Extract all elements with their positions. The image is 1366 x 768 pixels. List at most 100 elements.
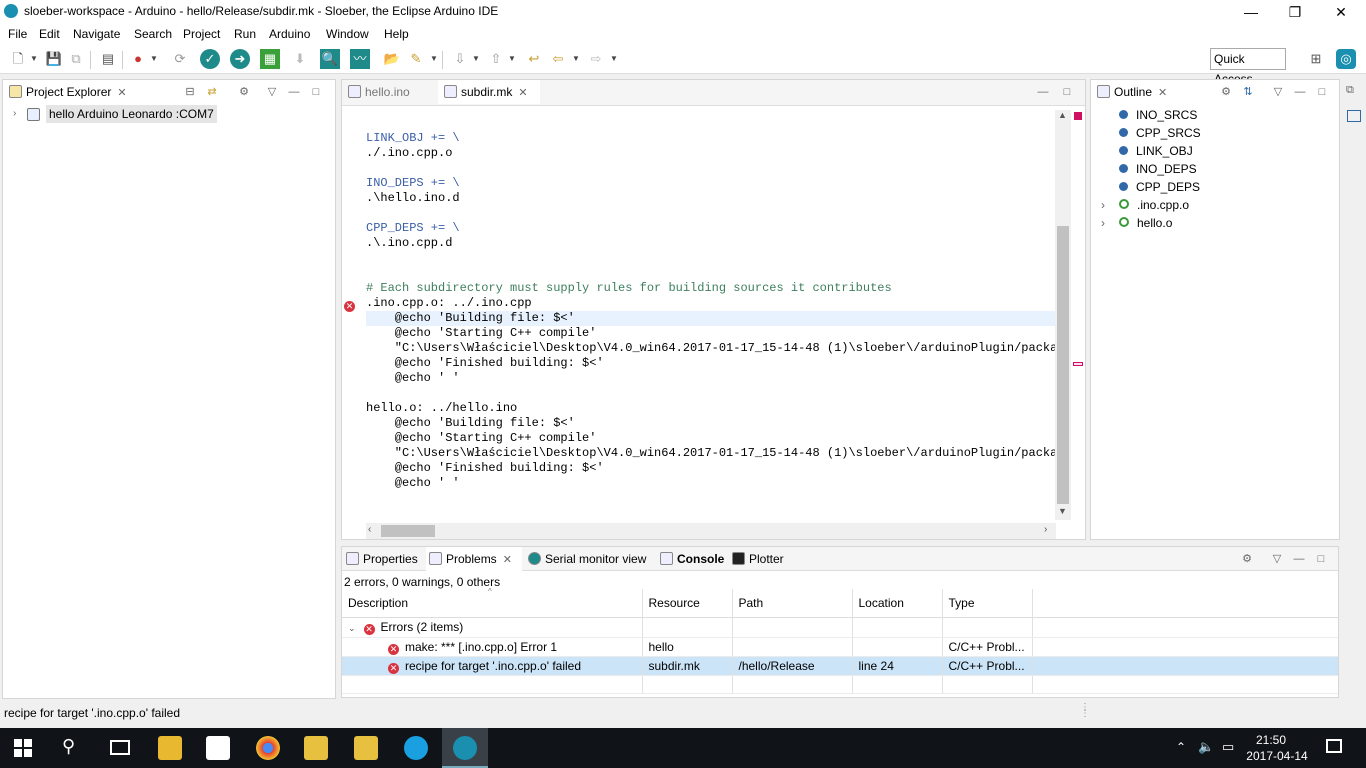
quick-access-field[interactable]: Quick Access <box>1210 48 1286 86</box>
tab-serial-monitor[interactable]: Serial monitor view <box>528 547 646 571</box>
error-overview-marker[interactable] <box>1073 362 1083 366</box>
code-line[interactable]: ./.ino.cpp.o <box>366 146 1056 161</box>
scroll-down-icon[interactable]: ▼ <box>1058 506 1067 516</box>
pencil-dropdown-icon[interactable]: ▼ <box>430 49 438 69</box>
folder-icon[interactable] <box>354 736 378 760</box>
overview-ruler[interactable] <box>1071 110 1085 520</box>
serial-monitor-icon[interactable]: 🔍 <box>320 49 340 69</box>
view-menu-icon[interactable]: ▽ <box>1270 552 1284 566</box>
table-row[interactable]: ✕ recipe for target '.ino.cpp.o' failed s… <box>342 656 1338 676</box>
outline-item[interactable]: INO_SRCS <box>1119 106 1197 124</box>
minimize-view-icon[interactable]: — <box>287 85 301 99</box>
close-icon[interactable]: ✕ <box>117 87 126 99</box>
open-folder-icon[interactable]: 📂 <box>382 49 402 69</box>
new-sketch-dropdown-icon[interactable]: ▼ <box>150 49 158 69</box>
chevron-up-icon[interactable]: ⌃ <box>1176 740 1186 754</box>
refresh-icon[interactable]: ⟳ <box>170 49 190 69</box>
horizontal-scrollbar[interactable]: ‹ › <box>366 523 1056 539</box>
next-annotation-icon[interactable]: ⇩ <box>450 49 470 69</box>
menu-window[interactable]: Window <box>326 25 369 43</box>
prev-annotation-dropdown-icon[interactable]: ▼ <box>508 49 516 69</box>
network-icon[interactable]: ▭ <box>1222 739 1234 755</box>
new-dropdown-icon[interactable]: ▼ <box>30 49 38 69</box>
scroll-left-icon[interactable]: ‹ <box>368 524 371 535</box>
scroll-right-icon[interactable]: › <box>1044 524 1047 535</box>
clock-date[interactable]: 2017-04-14 <box>1246 749 1308 763</box>
tab-plotter[interactable]: Plotter <box>732 547 784 571</box>
windows-start-icon[interactable] <box>14 739 32 757</box>
menu-arduino[interactable]: Arduino <box>269 25 310 43</box>
search-icon[interactable]: ⚲ <box>62 736 75 757</box>
menu-navigate[interactable]: Navigate <box>73 25 120 43</box>
forward-dropdown-icon[interactable]: ▼ <box>610 49 618 69</box>
outline-item[interactable]: LINK_OBJ <box>1119 142 1193 160</box>
code-line[interactable] <box>366 206 1056 221</box>
code-line[interactable] <box>366 116 1056 131</box>
file-explorer-icon[interactable] <box>158 736 182 760</box>
code-line[interactable]: CPP_DEPS += \ <box>366 221 1056 236</box>
code-line[interactable]: @echo 'Finished building: $<' <box>366 356 1056 371</box>
menu-project[interactable]: Project <box>183 25 220 43</box>
tab-subdir-mk[interactable]: subdir.mk ✕ <box>438 80 540 104</box>
open-perspective-icon[interactable]: ⊞ <box>1306 49 1326 69</box>
outline-item[interactable]: › hello.o <box>1101 214 1172 232</box>
code-line[interactable] <box>366 161 1056 176</box>
outline-item[interactable]: CPP_SRCS <box>1119 124 1201 142</box>
save-all-icon[interactable]: ⧉ <box>66 49 86 69</box>
menu-file[interactable]: File <box>8 25 27 43</box>
code-line[interactable]: LINK_OBJ += \ <box>366 131 1056 146</box>
column-header-location[interactable]: Location <box>852 589 943 618</box>
column-header-resource[interactable]: Resource <box>642 589 733 618</box>
column-header-description[interactable]: Description <box>342 589 643 618</box>
clock-time[interactable]: 21:50 <box>1250 733 1292 747</box>
minimize-view-icon[interactable]: — <box>1292 552 1306 566</box>
upload-icon[interactable]: ➜ <box>230 49 250 69</box>
last-edit-icon[interactable]: ↩ <box>524 49 544 69</box>
code-line[interactable]: "C:\Users\Właściciel\Desktop\V4.0_win64.… <box>366 446 1056 461</box>
tab-problems[interactable]: Problems ✕ <box>426 547 522 571</box>
code-line[interactable]: "C:\Users\Właściciel\Desktop\V4.0_win64.… <box>366 341 1056 356</box>
maximize-view-icon[interactable]: □ <box>309 85 323 99</box>
sloeber-taskbar-button[interactable] <box>442 728 488 768</box>
prev-annotation-icon[interactable]: ⇧ <box>486 49 506 69</box>
task-view-icon[interactable] <box>110 740 130 755</box>
store-icon[interactable] <box>206 736 230 760</box>
code-line[interactable]: @echo 'Finished building: $<' <box>366 461 1056 476</box>
minimize-view-icon[interactable]: — <box>1293 85 1307 99</box>
code-line[interactable] <box>366 251 1056 266</box>
forward-icon[interactable]: ⇨ <box>586 49 606 69</box>
sort-icon[interactable]: ⇅ <box>1241 85 1255 99</box>
maximize-view-icon[interactable]: □ <box>1060 85 1074 99</box>
filter-icon[interactable]: ⚙ <box>237 85 251 99</box>
next-annotation-dropdown-icon[interactable]: ▼ <box>472 49 480 69</box>
minimize-button[interactable]: — <box>1228 0 1274 24</box>
maximize-view-icon[interactable]: □ <box>1315 85 1329 99</box>
close-icon[interactable]: ✕ <box>503 554 512 566</box>
tab-outline[interactable]: Outline ✕ <box>1097 80 1167 104</box>
back-icon[interactable]: ⇦ <box>548 49 568 69</box>
code-line[interactable]: INO_DEPS += \ <box>366 176 1056 191</box>
code-line[interactable]: # Each subdirectory must supply rules fo… <box>366 281 1056 296</box>
restore-trim-icon[interactable]: ⧉ <box>1346 84 1354 97</box>
folder-icon[interactable] <box>304 736 328 760</box>
new-icon[interactable]: 🗋 <box>8 49 28 69</box>
save-icon[interactable]: 💾 <box>44 49 64 69</box>
plotter-icon[interactable]: 〰 <box>350 49 370 69</box>
code-line[interactable]: @echo 'Building file: $<' <box>366 311 1056 326</box>
outline-item[interactable]: INO_DEPS <box>1119 160 1197 178</box>
restore-button[interactable]: ❐ <box>1272 0 1318 24</box>
code-line[interactable]: .\hello.ino.d <box>366 191 1056 206</box>
table-row-group[interactable]: ⌄ ✕ Errors (2 items) <box>342 617 1338 638</box>
filter-icon[interactable]: ⚙ <box>1240 552 1254 566</box>
tree-item-project[interactable]: hello Arduino Leonardo :COM7 <box>46 105 217 123</box>
menu-edit[interactable]: Edit <box>39 25 60 43</box>
outline-item[interactable]: CPP_DEPS <box>1119 178 1200 196</box>
maximize-view-icon[interactable]: □ <box>1314 552 1328 566</box>
speaker-icon[interactable]: 🔈 <box>1198 739 1214 755</box>
collapse-all-icon[interactable]: ⊟ <box>183 85 197 99</box>
code-line[interactable]: @echo ' ' <box>366 476 1056 491</box>
console-icon[interactable]: ▤ <box>98 49 118 69</box>
view-menu-icon[interactable]: ▽ <box>1271 85 1285 99</box>
outline-trim-icon[interactable] <box>1347 110 1361 122</box>
view-menu-icon[interactable]: ▽ <box>265 85 279 99</box>
